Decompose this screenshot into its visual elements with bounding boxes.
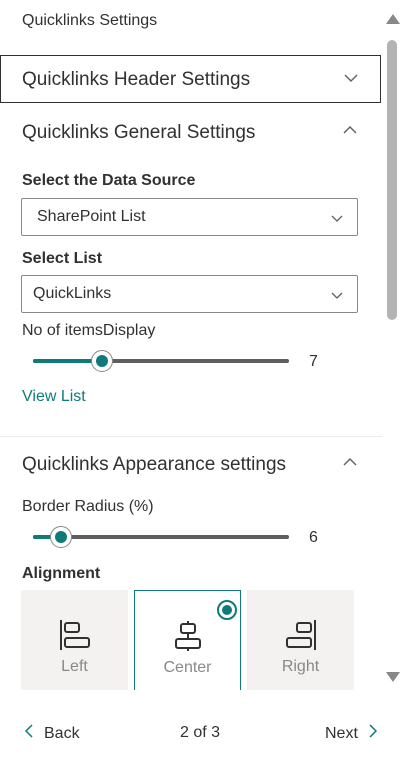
chevron-left-icon: [24, 724, 34, 743]
next-button[interactable]: Next: [325, 724, 378, 743]
items-display-slider[interactable]: [33, 350, 289, 372]
border-radius-value: 6: [309, 529, 318, 546]
back-button[interactable]: Back: [24, 724, 80, 743]
align-left-icon: [58, 618, 92, 652]
chevron-right-icon: [368, 724, 378, 743]
alignment-option-left[interactable]: Left: [21, 590, 128, 690]
back-button-label: Back: [44, 724, 80, 742]
select-list-label: Select List: [22, 250, 103, 267]
property-pane: Quicklinks Settings Quicklinks Header Se…: [0, 0, 384, 700]
scroll-down-arrow-icon[interactable]: [386, 672, 400, 682]
header-settings-section-toggle[interactable]: Quicklinks Header Settings: [0, 55, 381, 103]
chevron-down-icon: [343, 70, 359, 86]
appearance-settings-section-toggle[interactable]: Quicklinks Appearance settings: [0, 442, 382, 486]
border-radius-label: Border Radius (%): [22, 498, 154, 515]
align-right-icon: [284, 618, 318, 652]
slider-thumb[interactable]: [91, 350, 114, 372]
alignment-option-center[interactable]: Center: [134, 590, 241, 690]
data-source-dropdown[interactable]: SharePoint List: [21, 198, 358, 236]
chevron-down-icon: [329, 210, 345, 226]
chevron-down-icon: [329, 287, 345, 303]
items-display-label: No of itemsDisplay: [22, 322, 156, 339]
view-list-link[interactable]: View List: [22, 388, 86, 406]
chevron-up-icon: [342, 122, 358, 138]
alignment-label: Alignment: [22, 565, 101, 582]
pane-title: Quicklinks Settings: [22, 12, 158, 29]
appearance-settings-title: Quicklinks Appearance settings: [22, 454, 287, 475]
border-radius-slider[interactable]: [33, 526, 289, 548]
scroll-up-arrow-icon[interactable]: [386, 14, 400, 24]
radio-selected-icon: [217, 600, 237, 620]
alignment-option-label: Right: [281, 658, 320, 675]
select-list-value: QuickLinks: [33, 285, 112, 302]
data-source-label: Select the Data Source: [22, 172, 196, 189]
alignment-option-right[interactable]: Right: [247, 590, 354, 690]
general-settings-section-toggle[interactable]: Quicklinks General Settings: [0, 110, 382, 154]
items-display-value: 7: [309, 353, 318, 370]
header-settings-title: Quicklinks Header Settings: [22, 69, 251, 90]
select-list-dropdown[interactable]: QuickLinks: [21, 275, 358, 313]
scrollbar-thumb[interactable]: [387, 40, 397, 320]
vertical-scrollbar[interactable]: [384, 10, 402, 690]
next-button-label: Next: [325, 724, 358, 742]
alignment-option-label: Center: [163, 659, 212, 676]
page-indicator: 2 of 3: [180, 724, 221, 741]
alignment-option-label: Left: [61, 658, 88, 675]
slider-thumb[interactable]: [50, 526, 73, 548]
section-divider: [0, 436, 382, 437]
pane-footer: Back 2 of 3 Next: [0, 700, 402, 761]
alignment-choice-group: Left Center Right: [21, 590, 355, 690]
data-source-value: SharePoint List: [37, 208, 146, 225]
chevron-up-icon: [342, 454, 358, 470]
align-center-icon: [171, 619, 205, 653]
general-settings-title: Quicklinks General Settings: [22, 122, 256, 143]
